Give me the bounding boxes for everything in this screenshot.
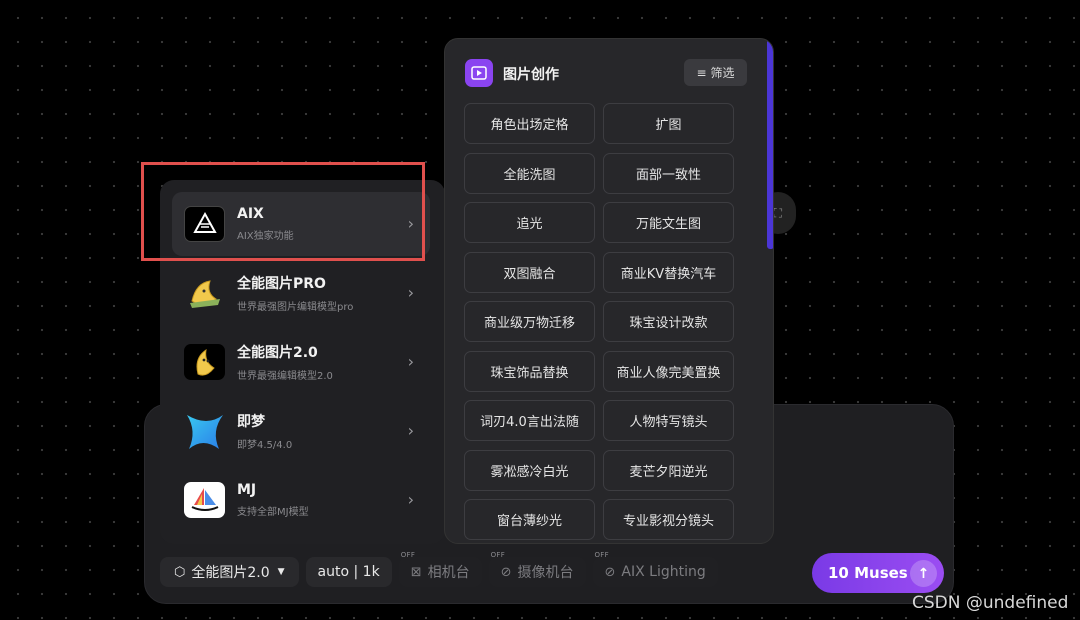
creation-item[interactable]: 麦芒夕阳逆光 (603, 449, 734, 491)
lighting-label: AIX Lighting (621, 564, 706, 580)
creation-item[interactable]: 追光 (464, 202, 595, 243)
creation-item[interactable]: 雾凇感冷白光 (464, 449, 595, 491)
model-desc: AIX独家功能 (237, 231, 294, 242)
model-name: 全能图片2.0 (237, 345, 318, 361)
generate-label: 10 Muses (828, 564, 908, 582)
model-list-panel: AIX AIX独家功能 › 全能图片PRO 世界最强图片编辑模型pro › 全能… (160, 180, 445, 544)
model-name: 即梦 (237, 414, 265, 430)
banana-pro-logo (184, 275, 225, 311)
generate-button[interactable]: 10 Muses ↑ (812, 553, 944, 593)
creation-item[interactable]: 面部一致性 (603, 152, 734, 194)
panel-title: 图片创作 (503, 67, 559, 83)
lighting-toggle[interactable]: OFF ⊘ AIX Lighting (592, 551, 718, 587)
creation-item[interactable]: 角色出场定格 (464, 103, 595, 144)
model-name: AIX (237, 206, 264, 222)
mj-sailboat-logo (184, 482, 225, 518)
jimeng-logo (184, 413, 225, 449)
composer-toolbar: ⬡ 全能图片2.0 ▼ auto | 1k OFF ⊠ 相机台 OFF ⊘ 摄像… (160, 551, 718, 588)
cube-icon: ⬡ (174, 564, 186, 580)
filter-icon: ≡ (696, 65, 707, 80)
creation-item[interactable]: 商业人像完美置换 (603, 350, 734, 392)
image-creation-panel: 图片创作 ≡ 筛选 角色出场定格 扩图 全能洗图 面部一致性 追光 万能文生图 双图融合 商业… (444, 38, 774, 544)
camera-off-icon: ⊠ (410, 564, 422, 580)
creation-item[interactable]: 商业KV替换汽车 (603, 251, 734, 293)
creation-item[interactable]: 窗台薄纱光 (464, 499, 595, 540)
model-select[interactable]: ⬡ 全能图片2.0 ▼ (160, 557, 299, 587)
filter-button[interactable]: ≡ 筛选 (684, 59, 747, 86)
creation-item[interactable]: 词刃4.0言出法随 (464, 400, 595, 441)
creation-item[interactable]: 专业影视分镜头 (603, 499, 734, 540)
model-item-mj[interactable]: MJ 支持全部MJ模型 › (172, 468, 430, 532)
chevron-right-icon: › (407, 214, 414, 233)
camera-rig-toggle[interactable]: OFF ⊘ 摄像机台 (488, 551, 586, 587)
creation-item[interactable]: 珠宝饰品替换 (464, 350, 595, 392)
caret-down-icon: ▼ (277, 567, 285, 577)
creation-item[interactable]: 全能洗图 (464, 152, 595, 194)
chevron-right-icon: › (407, 421, 414, 440)
model-select-label: 全能图片2.0 (191, 565, 270, 581)
watermark: CSDN @undefined (912, 593, 1069, 613)
filter-label: 筛选 (710, 66, 735, 80)
off-tag: OFF (490, 551, 506, 559)
chevron-right-icon: › (407, 283, 414, 302)
size-select[interactable]: auto | 1k (305, 557, 392, 587)
expand-icon: ⛶ (773, 205, 782, 220)
chevron-right-icon: › (407, 490, 414, 509)
creation-item[interactable]: 万能文生图 (603, 202, 734, 243)
scrollbar[interactable] (767, 39, 773, 249)
model-item-aix[interactable]: AIX AIX独家功能 › (172, 192, 430, 256)
creation-item[interactable]: 双图融合 (464, 251, 595, 293)
creation-item[interactable]: 商业级万物迁移 (464, 301, 595, 342)
creation-item[interactable]: 珠宝设计改款 (603, 301, 734, 342)
model-item-pro[interactable]: 全能图片PRO 世界最强图片编辑模型pro › (172, 261, 430, 325)
video-off-icon: ⊘ (500, 564, 512, 580)
arrow-up-icon: ↑ (910, 560, 937, 587)
aix-logo (184, 206, 225, 242)
camera-stage-toggle[interactable]: OFF ⊠ 相机台 (398, 551, 482, 587)
model-item-jimeng[interactable]: 即梦 即梦4.5/4.0 › (172, 399, 430, 463)
model-desc: 即梦4.5/4.0 (237, 440, 293, 451)
model-desc: 世界最强编辑模型2.0 (237, 371, 333, 382)
image-creation-icon (465, 59, 493, 87)
model-name: 全能图片PRO (237, 276, 326, 292)
camera-rig-label: 摄像机台 (517, 565, 574, 581)
off-tag: OFF (400, 551, 416, 559)
camera-stage-label: 相机台 (427, 565, 470, 581)
model-item-2-0[interactable]: 全能图片2.0 世界最强编辑模型2.0 › (172, 330, 430, 394)
model-name: MJ (237, 482, 257, 498)
light-off-icon: ⊘ (604, 564, 616, 580)
creation-item[interactable]: 人物特写镜头 (603, 400, 734, 441)
off-tag: OFF (594, 551, 609, 559)
creation-item[interactable]: 扩图 (603, 103, 734, 144)
chevron-right-icon: › (407, 352, 414, 371)
model-desc: 世界最强图片编辑模型pro (237, 302, 354, 313)
model-desc: 支持全部MJ模型 (237, 507, 309, 518)
banana-logo (184, 344, 225, 380)
size-label: auto | 1k (317, 564, 380, 580)
